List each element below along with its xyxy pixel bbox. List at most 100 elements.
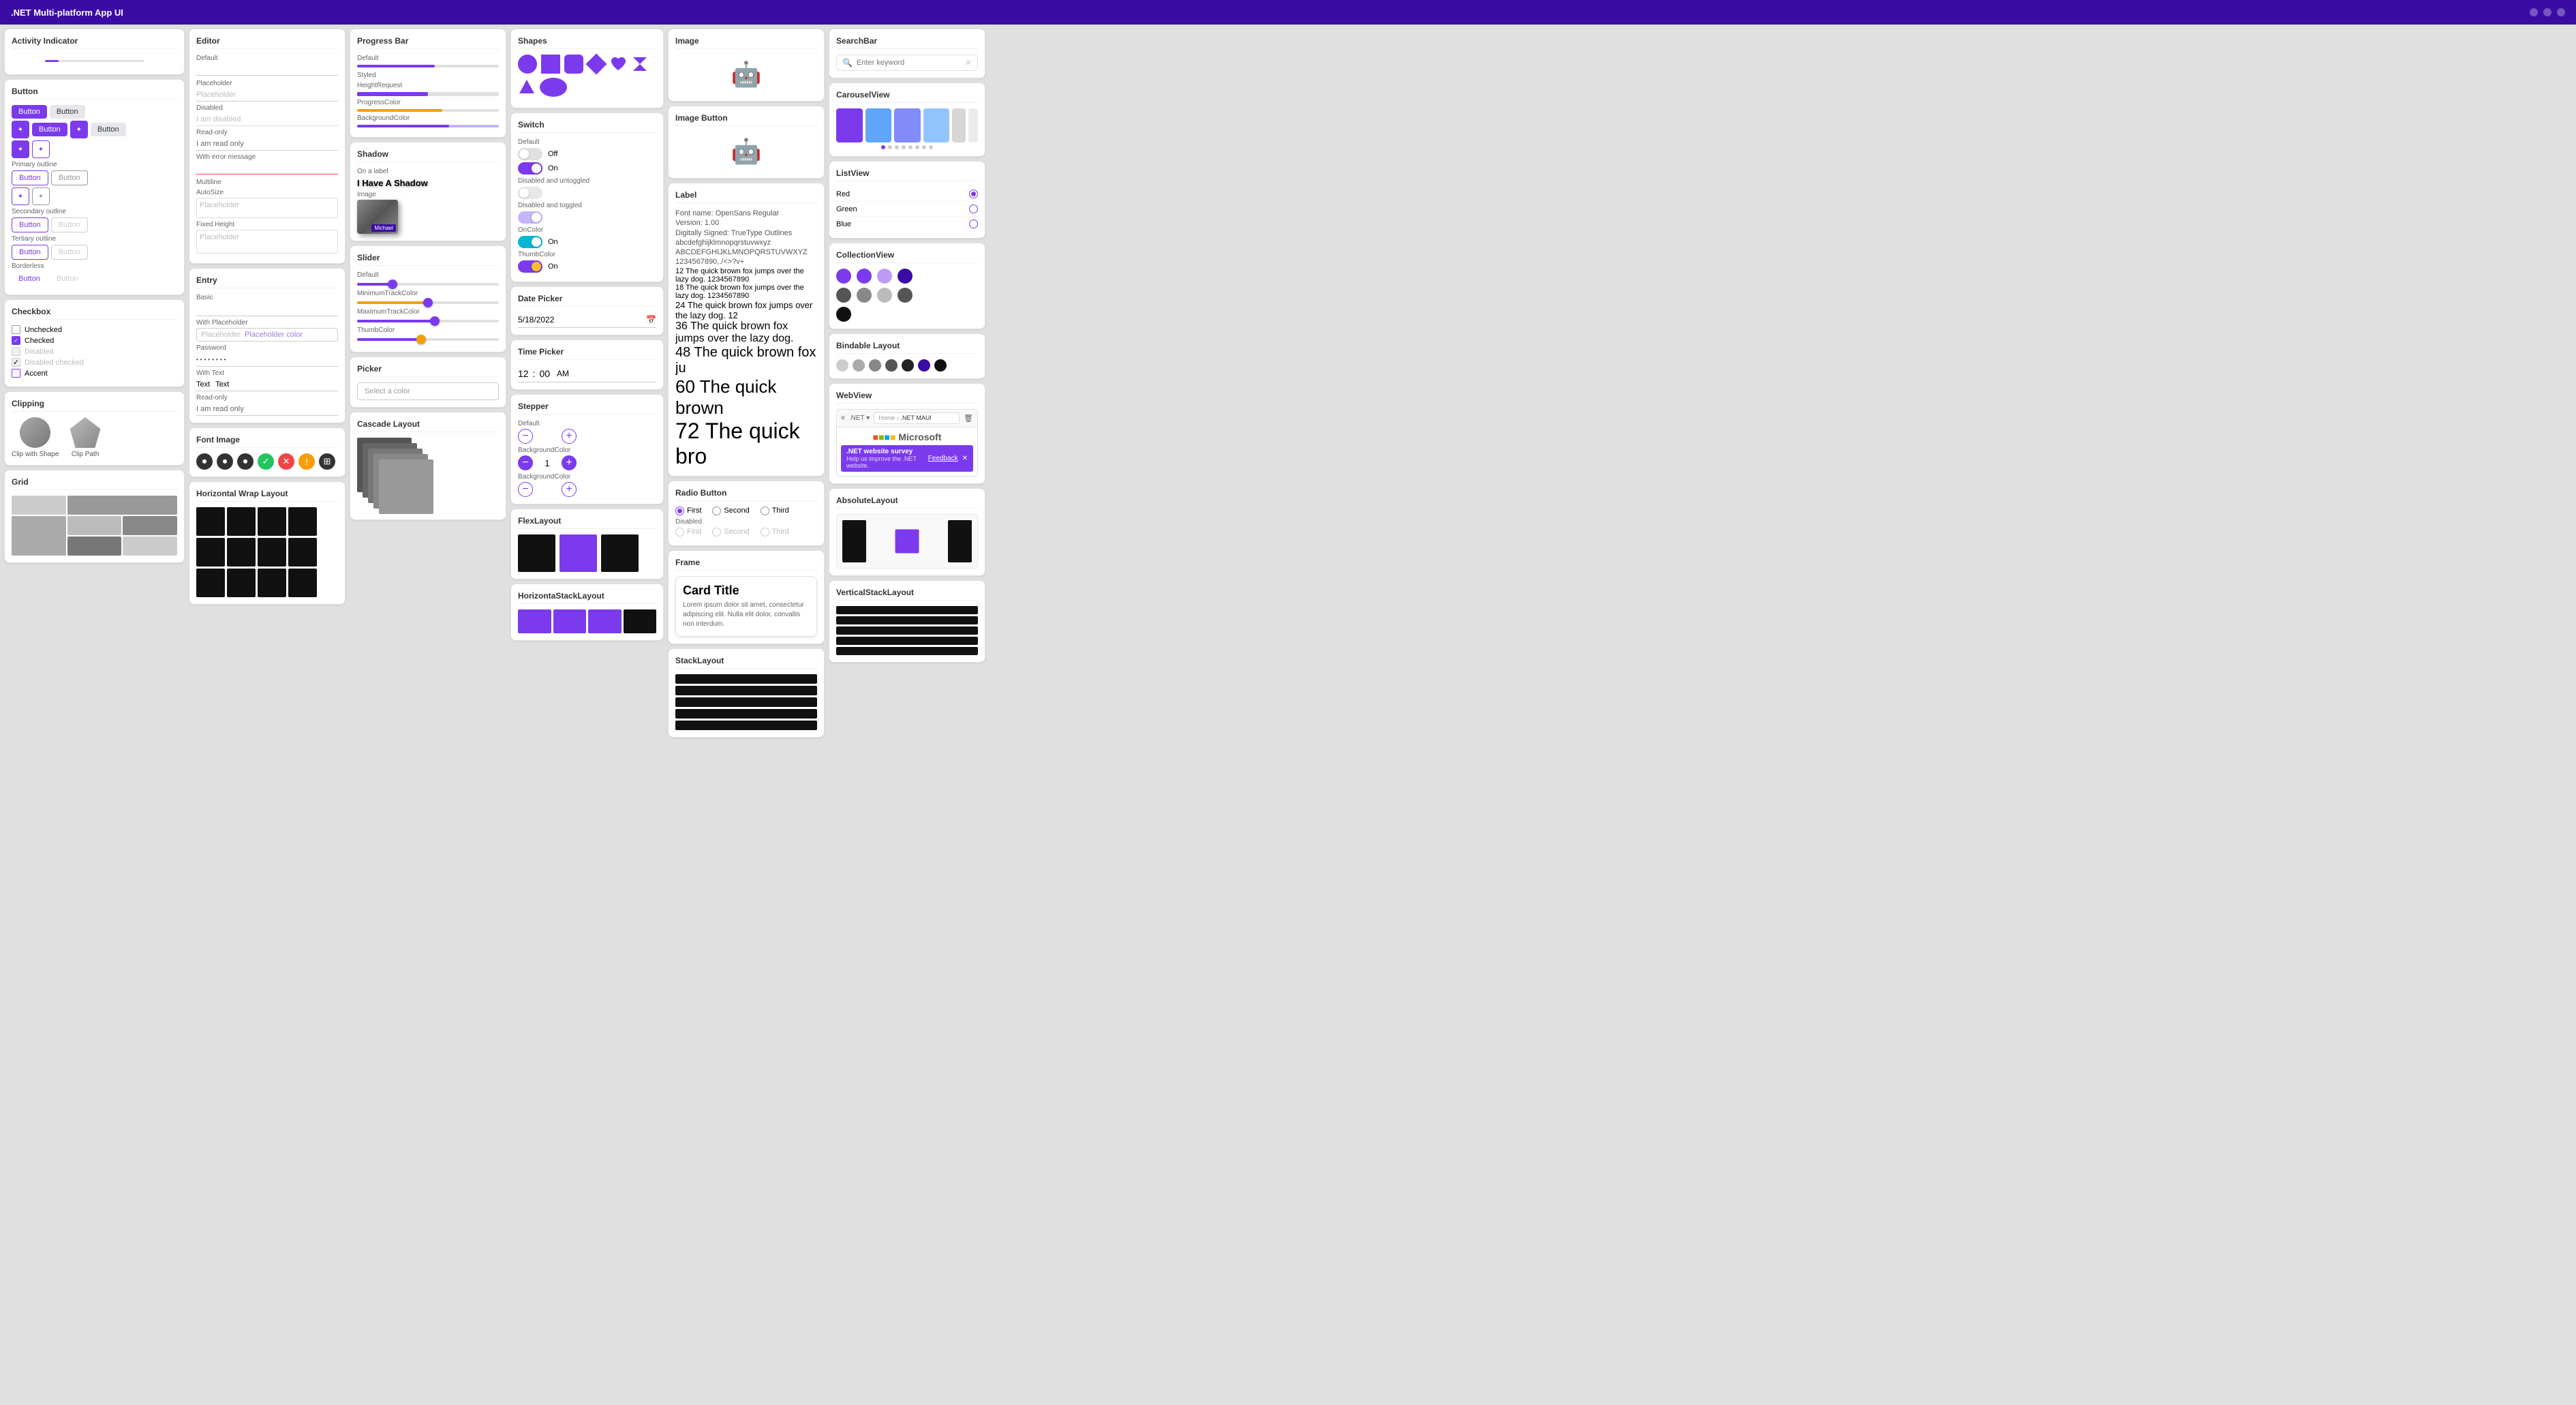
webview-close-survey-icon[interactable]: ✕ bbox=[962, 455, 968, 462]
stepper-plus-1[interactable]: + bbox=[562, 429, 577, 444]
webview-dot-net-label[interactable]: .NET ▾ bbox=[849, 414, 870, 422]
btn-icon-outline-3[interactable]: ✦ bbox=[32, 187, 50, 205]
entry-placeholder-field[interactable]: Placeholder Placeholder color bbox=[196, 328, 338, 342]
vertical-stack-title: VerticalStackLayout bbox=[836, 588, 978, 601]
font-image-title: Font Image bbox=[196, 435, 338, 448]
editor-readonly-label: Read-only bbox=[196, 129, 338, 136]
btn-icon-outline-2[interactable]: ✦ bbox=[12, 187, 29, 205]
cb-accent[interactable] bbox=[12, 369, 20, 378]
carousel-dot-6[interactable] bbox=[915, 145, 919, 149]
editor-default-field[interactable] bbox=[196, 63, 338, 76]
slider-min-thumb[interactable] bbox=[423, 298, 433, 307]
stepper-minus-3[interactable]: − bbox=[518, 482, 533, 497]
carousel-dot-2[interactable] bbox=[888, 145, 892, 149]
btn-icon-outline-1[interactable]: ✦ bbox=[32, 140, 50, 158]
slider-max-track bbox=[357, 320, 499, 322]
editor-placeholder-field[interactable]: Placeholder bbox=[196, 89, 338, 102]
carousel-dot-7[interactable] bbox=[922, 145, 926, 149]
cv-dot-1 bbox=[836, 269, 851, 284]
slider-max-thumb[interactable] bbox=[430, 316, 440, 326]
grid-cell-2 bbox=[67, 496, 177, 515]
btn-outline-1[interactable]: Button bbox=[12, 170, 48, 185]
shapes-title: Shapes bbox=[518, 36, 656, 49]
carousel-dot-4[interactable] bbox=[902, 145, 906, 149]
radio-first[interactable] bbox=[675, 507, 684, 515]
radio-second[interactable] bbox=[712, 507, 721, 515]
column-5: Image 🤖 Image Button 🤖 Label Font name: … bbox=[668, 29, 825, 1401]
hwrap-item-4 bbox=[288, 507, 317, 536]
entry-basic-field[interactable] bbox=[196, 303, 338, 316]
list-item-blue[interactable]: Blue bbox=[836, 217, 978, 231]
list-item-green[interactable]: Green bbox=[836, 202, 978, 217]
carousel-dot-1[interactable] bbox=[881, 145, 885, 149]
btn-secondary-1[interactable]: Button bbox=[50, 105, 85, 119]
btn-outline-3[interactable]: Button bbox=[12, 217, 48, 232]
stepper-minus-1[interactable]: − bbox=[518, 429, 533, 444]
btn-outline-4[interactable]: Button bbox=[51, 217, 88, 232]
carousel-dot-3[interactable] bbox=[895, 145, 899, 149]
radio-third[interactable] bbox=[761, 507, 769, 515]
carousel-dot-8[interactable] bbox=[929, 145, 933, 149]
list-radio-blue[interactable] bbox=[969, 220, 978, 228]
cb-disabled-label: Disabled bbox=[25, 348, 54, 356]
webview-trash-icon[interactable]: 🗑 bbox=[964, 414, 973, 423]
stepper-minus-2[interactable]: − bbox=[518, 455, 533, 470]
btn-icon-label-1[interactable]: Button bbox=[32, 123, 67, 136]
hwrap-item-1 bbox=[196, 507, 225, 536]
switch-on[interactable] bbox=[518, 162, 542, 175]
switch-thumb-color[interactable] bbox=[518, 260, 542, 273]
btn-icon-2[interactable]: ✦ bbox=[70, 121, 88, 138]
maximize-btn[interactable] bbox=[2543, 8, 2551, 16]
carousel-dots bbox=[836, 145, 978, 149]
slider-thumb-control[interactable] bbox=[416, 335, 426, 344]
vertical-stack-card: VerticalStackLayout bbox=[829, 580, 985, 663]
editor-autosize-field[interactable]: Placeholder bbox=[196, 198, 338, 218]
switch-off[interactable] bbox=[518, 148, 542, 160]
btn-outline-2[interactable]: Button bbox=[51, 170, 88, 185]
search-input[interactable] bbox=[857, 59, 961, 67]
switch-disabled-untoggled-label: Disabled and untoggled bbox=[518, 177, 656, 185]
calendar-icon: 📅 bbox=[646, 315, 656, 324]
btn-icon-label-2[interactable]: Button bbox=[91, 123, 126, 136]
stepper-plus-3[interactable]: + bbox=[562, 482, 577, 497]
btn-outline-6[interactable]: Button bbox=[51, 245, 88, 260]
btn-outline-5[interactable]: Button bbox=[12, 245, 48, 260]
image-button-demo[interactable]: 🤖 bbox=[675, 132, 817, 171]
btn-primary-1[interactable]: Button bbox=[12, 105, 47, 119]
entry-password-field[interactable]: •••••••• bbox=[196, 353, 338, 367]
main-content: Activity Indicator Button Button Button … bbox=[0, 25, 2576, 1405]
list-radio-green[interactable] bbox=[969, 205, 978, 213]
shadow-title: Shadow bbox=[357, 149, 499, 162]
stepper-card: Stepper Default − + BackgroundColor − 1 … bbox=[510, 394, 664, 504]
entry-text-field[interactable]: Text Text bbox=[196, 378, 338, 391]
shape-diamond bbox=[585, 53, 607, 74]
webview-feedback-link[interactable]: Feedback bbox=[928, 455, 958, 462]
cb-unchecked[interactable] bbox=[12, 325, 20, 334]
btn-borderless-1[interactable]: Button bbox=[12, 272, 47, 286]
btn-icon-3[interactable]: ✦ bbox=[12, 140, 29, 158]
stack-bar-3 bbox=[675, 697, 817, 707]
btn-borderless-2[interactable]: Button bbox=[50, 272, 85, 286]
editor-error-field[interactable] bbox=[196, 162, 338, 175]
editor-fixed-field[interactable]: Placeholder bbox=[196, 230, 338, 254]
picker-select[interactable]: Select a color bbox=[357, 382, 499, 400]
slider-default-thumb[interactable] bbox=[388, 280, 397, 289]
pb-height-track bbox=[357, 92, 499, 96]
clip-shape-label: Clip with Shape bbox=[12, 451, 59, 458]
list-radio-red[interactable] bbox=[969, 190, 978, 198]
time-picker-input[interactable]: 12 : 00 AM bbox=[518, 365, 656, 382]
date-picker-input[interactable]: 5/18/2022 📅 bbox=[518, 312, 656, 328]
btn-icon-1[interactable]: ✦ bbox=[12, 121, 29, 138]
stepper-plus-2[interactable]: + bbox=[562, 455, 577, 470]
horizontal-stack-card: HorizontaStackLayout bbox=[510, 584, 664, 641]
close-btn[interactable] bbox=[2557, 8, 2565, 16]
radio-group-main: First Second Third bbox=[675, 507, 817, 515]
list-item-red[interactable]: Red bbox=[836, 187, 978, 202]
radio-disabled-first-label: First bbox=[687, 528, 701, 536]
switch-on-color[interactable] bbox=[518, 236, 542, 248]
cb-checked[interactable]: ✓ bbox=[12, 336, 20, 345]
minimize-btn[interactable] bbox=[2530, 8, 2538, 16]
cb-accent-label: Accent bbox=[25, 369, 48, 378]
carousel-dot-5[interactable] bbox=[908, 145, 913, 149]
webview-url-bar[interactable]: Home › .NET MAUI bbox=[874, 412, 960, 424]
